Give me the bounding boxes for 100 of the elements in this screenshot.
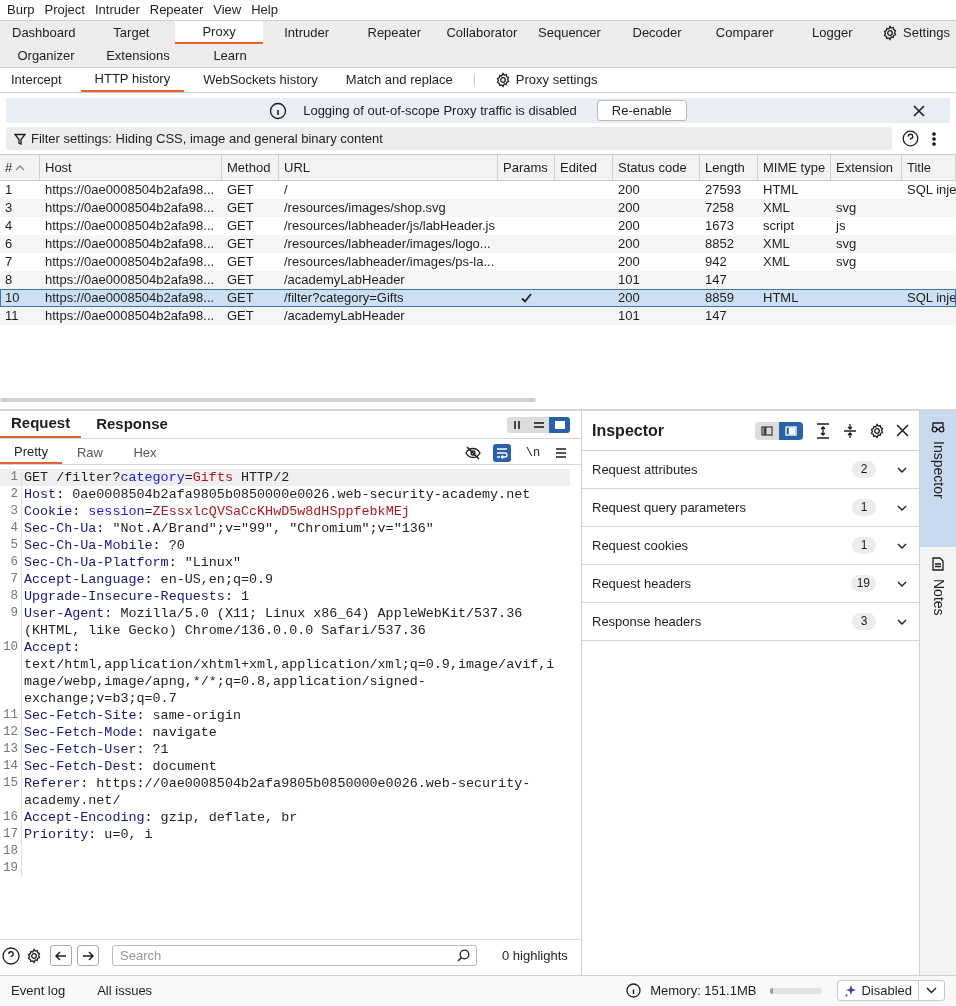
inspector-section[interactable]: Request cookies 1 [582,527,919,565]
tab[interactable]: Sequencer [525,21,614,44]
search-field[interactable]: Search [112,945,477,966]
table-cell: 1673 [705,217,734,235]
layout-icon [761,425,773,436]
side-tab[interactable]: Inspector [920,411,956,547]
inspector-section[interactable]: Request query parameters 1 [582,489,919,527]
table-cell: XML [763,253,790,271]
scrollbar[interactable] [0,398,536,402]
column-header[interactable]: Length [700,155,758,180]
menu-item[interactable]: Burp [2,0,40,20]
table-cell: GET [227,307,254,325]
tab[interactable]: Raw [62,441,118,464]
side-tab[interactable]: Notes [920,547,956,667]
collapse-all-icon[interactable] [843,422,857,439]
count-badge: 3 [852,613,876,630]
tab[interactable]: Collaborator [438,21,526,44]
search-icon [457,949,470,962]
eye-slash-icon[interactable] [465,445,481,460]
table-row[interactable]: 6 https://0ae0008504b2afa98... GET /resources/labheader/images/logo... 200 8852 XML svg [0,235,956,253]
column-header[interactable]: Edited [555,155,613,180]
column-header[interactable]: Title [902,155,956,180]
layout-toggle[interactable] [549,416,570,433]
line-number: 5 [0,537,22,554]
tab[interactable]: Intruder [262,21,351,44]
tab[interactable]: Organizer [0,44,92,67]
section-title: Request headers [592,574,692,593]
tab[interactable]: Learn [184,44,276,67]
close-icon[interactable] [896,424,909,437]
table-cell: 200 [618,253,640,271]
layout-toggle[interactable] [755,421,779,440]
column-header[interactable]: # [5,157,13,178]
tab[interactable]: Match and replace [336,68,462,92]
column-header[interactable]: Params [498,155,555,180]
column-header[interactable]: MIME type [758,155,831,180]
column-header[interactable]: Extension [831,155,902,180]
help-icon[interactable] [902,130,919,147]
layout-toggle[interactable] [779,421,803,440]
status-tab[interactable]: All issues [97,980,153,1001]
tab[interactable]: Request [0,411,82,438]
inspector-section[interactable]: Response headers 3 [582,603,919,641]
more-options-icon[interactable] [932,131,936,146]
table-row[interactable]: 8 https://0ae0008504b2afa98... GET /academyLabHeader 101 147 [0,271,956,289]
table-cell: https://0ae0008504b2afa98... [45,253,215,271]
column-header[interactable]: Host [40,155,222,180]
column-header[interactable]: URL [279,155,498,180]
line-number: 15 [0,775,22,809]
tab[interactable]: HTTP history [80,68,185,92]
settings-icon[interactable] [25,946,43,965]
tab[interactable]: Dashboard [0,21,88,44]
menu-item[interactable]: Repeater [144,0,209,20]
newline-toggle[interactable]: \n [523,443,543,462]
tab[interactable]: Pretty [0,441,62,464]
table-cell: 3 [5,199,13,217]
table-cell: 147 [705,271,727,289]
menu-icon[interactable] [555,446,567,459]
filter-bar[interactable]: Filter settings: Hiding CSS, image and general binary content [6,127,892,150]
wrap-toggle[interactable] [493,443,511,462]
tab[interactable]: Intercept [2,68,71,92]
forward-button[interactable] [77,945,99,966]
tab[interactable]: Decoder [613,21,701,44]
status-tab[interactable]: Event log [11,980,66,1001]
inspector-section[interactable]: Request attributes 2 [582,451,919,489]
tab[interactable]: Comparer [700,21,789,44]
tab[interactable]: Extensions [92,44,184,67]
re-enable-button[interactable]: Re-enable [596,100,687,121]
close-icon[interactable] [912,104,926,118]
proxy-settings-tab[interactable]: Proxy settings [474,68,618,92]
table-cell: script [763,217,795,235]
code-line: Sec-Fetch-Mode: navigate [23,724,218,741]
back-button[interactable] [50,945,72,966]
document-icon [932,557,944,571]
settings-icon[interactable] [869,422,885,439]
table-cell: svg [836,235,857,253]
tab[interactable]: Proxy [175,21,263,44]
table-row[interactable]: 11 https://0ae0008504b2afa98... GET /academyLabHeader 101 147 [0,307,956,325]
chevron-down-icon [897,504,907,511]
tab[interactable]: Logger [788,21,877,44]
tab[interactable]: Response [85,411,179,438]
menu-item[interactable]: Intruder [89,0,145,20]
tab[interactable]: Repeater [350,21,439,44]
tab[interactable]: Target [87,21,176,44]
table-row[interactable]: 10 https://0ae0008504b2afa98... GET /filter?category=Gifts 200 8859 HTML SQL inje [0,289,956,307]
column-header[interactable]: Method [222,155,279,180]
count-badge: 19 [850,575,876,592]
layout-toggle[interactable] [507,416,528,433]
tab[interactable]: Hex [118,441,172,464]
layout-toggle[interactable] [528,416,549,433]
settings-tab[interactable]: Settings [876,21,956,44]
menu-item[interactable]: Help [246,0,283,20]
column-header[interactable]: Status code [613,155,700,180]
help-icon[interactable] [2,946,20,965]
tab[interactable]: WebSockets history [194,68,327,92]
inspector-section[interactable]: Request headers 19 [582,565,919,603]
menu-item[interactable]: View [208,0,247,20]
table-cell: GET [227,181,254,199]
expand-all-icon[interactable] [816,422,830,439]
table-row[interactable]: 3 https://0ae0008504b2afa98... GET /resources/images/shop.svg 200 7258 XML svg [0,199,956,217]
line-number: 10 [0,639,22,707]
menu-item[interactable]: Project [39,0,90,20]
